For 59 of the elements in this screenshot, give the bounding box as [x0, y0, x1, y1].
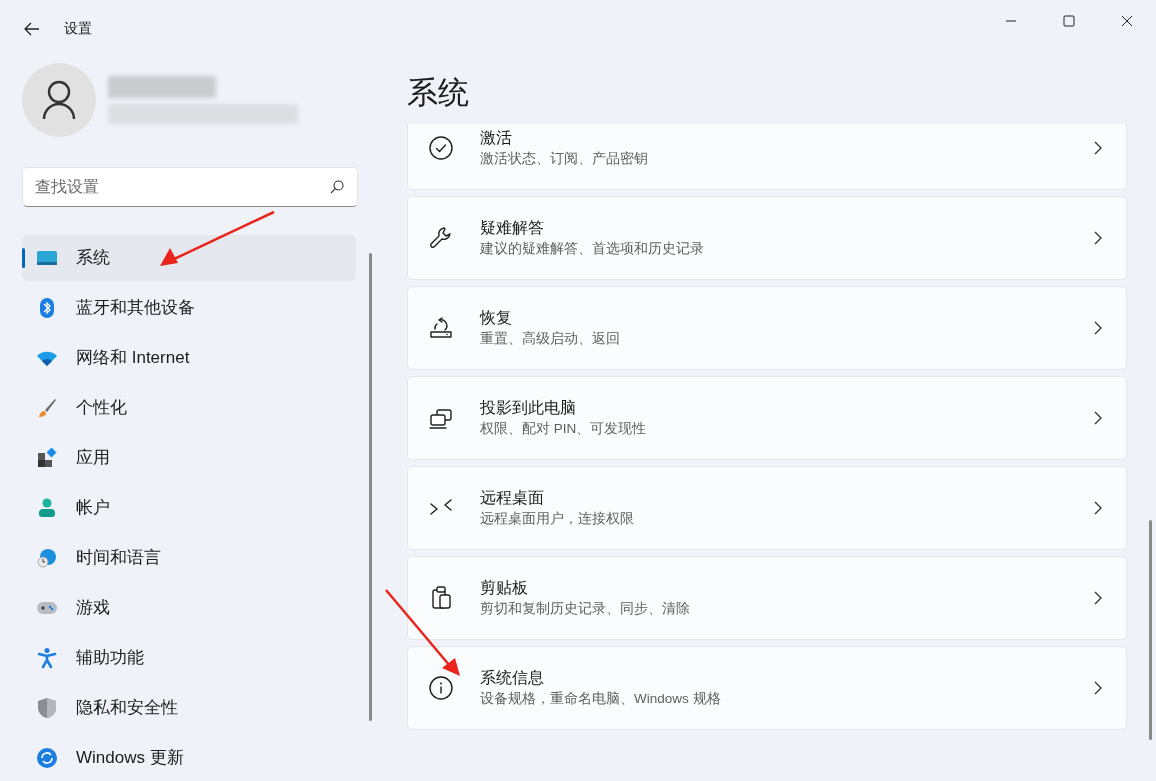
settings-card[interactable]: 远程桌面 远程桌面用户，连接权限 — [407, 466, 1127, 550]
globe-clock-icon — [36, 547, 58, 569]
scrollbar[interactable] — [369, 253, 372, 721]
nav-item[interactable]: 隐私和安全性 — [22, 685, 356, 731]
accessibility-icon — [36, 647, 58, 669]
nav-item[interactable]: 游戏 — [22, 585, 356, 631]
card-subtitle: 激活状态、订阅、产品密钥 — [480, 150, 649, 168]
nav-item[interactable]: 个性化 — [22, 385, 356, 431]
nav-item[interactable]: 时间和语言 — [22, 535, 356, 581]
chevron-right-icon — [1094, 591, 1102, 605]
wrench-icon — [428, 225, 454, 251]
settings-card[interactable]: 投影到此电脑 权限、配对 PIN、可发现性 — [407, 376, 1127, 460]
card-title: 疑难解答 — [480, 218, 545, 238]
search-icon — [330, 180, 344, 194]
card-title: 远程桌面 — [480, 488, 545, 508]
apps-icon — [36, 447, 58, 469]
chevron-right-icon — [1094, 501, 1102, 515]
brush-icon — [36, 397, 58, 419]
recovery-icon — [428, 315, 454, 341]
card-subtitle: 设备规格，重命名电脑、Windows 规格 — [480, 690, 722, 708]
settings-card[interactable]: 剪贴板 剪切和复制历史记录、同步、清除 — [407, 556, 1127, 640]
nav-item[interactable]: 网络和 Internet — [22, 335, 356, 381]
nav-item[interactable]: Windows 更新 — [22, 735, 356, 781]
chevron-right-icon — [1094, 231, 1102, 245]
search-field[interactable]: 查找设置 — [22, 167, 358, 207]
card-title: 激活 — [480, 128, 513, 148]
nav-item[interactable]: 应用 — [22, 435, 356, 481]
card-subtitle: 权限、配对 PIN、可发现性 — [480, 420, 648, 438]
settings-card[interactable]: 系统信息 设备规格，重命名电脑、Windows 规格 — [407, 646, 1127, 730]
chevron-right-icon — [1094, 141, 1102, 155]
card-title: 恢复 — [480, 308, 513, 328]
maximize-icon — [1063, 15, 1075, 27]
info-icon — [428, 675, 454, 701]
chevron-right-icon — [1094, 321, 1102, 335]
back-arrow-icon — [24, 21, 40, 36]
checkmark-circle-icon — [428, 135, 454, 161]
settings-card[interactable]: 恢复 重置、高级启动、返回 — [407, 286, 1127, 370]
card-title: 投影到此电脑 — [480, 398, 577, 418]
chevron-right-icon — [1094, 681, 1102, 695]
nav-item[interactable]: 帐户 — [22, 485, 356, 531]
settings-card[interactable]: 疑难解答 建议的疑难解答、首选项和历史记录 — [407, 196, 1127, 280]
nav-item[interactable]: 系统 — [22, 235, 356, 281]
close-icon — [1121, 15, 1133, 27]
update-icon — [36, 747, 58, 769]
card-title: 系统信息 — [480, 668, 545, 688]
card-subtitle: 重置、高级启动、返回 — [480, 330, 621, 348]
scrollbar[interactable] — [1149, 520, 1152, 740]
card-subtitle: 建议的疑难解答、首选项和历史记录 — [480, 240, 705, 258]
page-title: 系统 — [407, 73, 470, 112]
nav-item[interactable]: 辅助功能 — [22, 635, 356, 681]
person-icon — [36, 497, 58, 519]
card-subtitle: 远程桌面用户，连接权限 — [480, 510, 635, 528]
card-subtitle: 剪切和复制历史记录、同步、清除 — [480, 600, 691, 618]
shield-icon — [36, 697, 58, 719]
settings-card[interactable]: 激活 激活状态、订阅、产品密钥 — [407, 124, 1127, 190]
nav-item[interactable]: 蓝牙和其他设备 — [22, 285, 356, 331]
card-title: 剪贴板 — [480, 578, 529, 598]
window-title: 设置 — [64, 19, 92, 39]
chevron-right-icon — [1094, 411, 1102, 425]
